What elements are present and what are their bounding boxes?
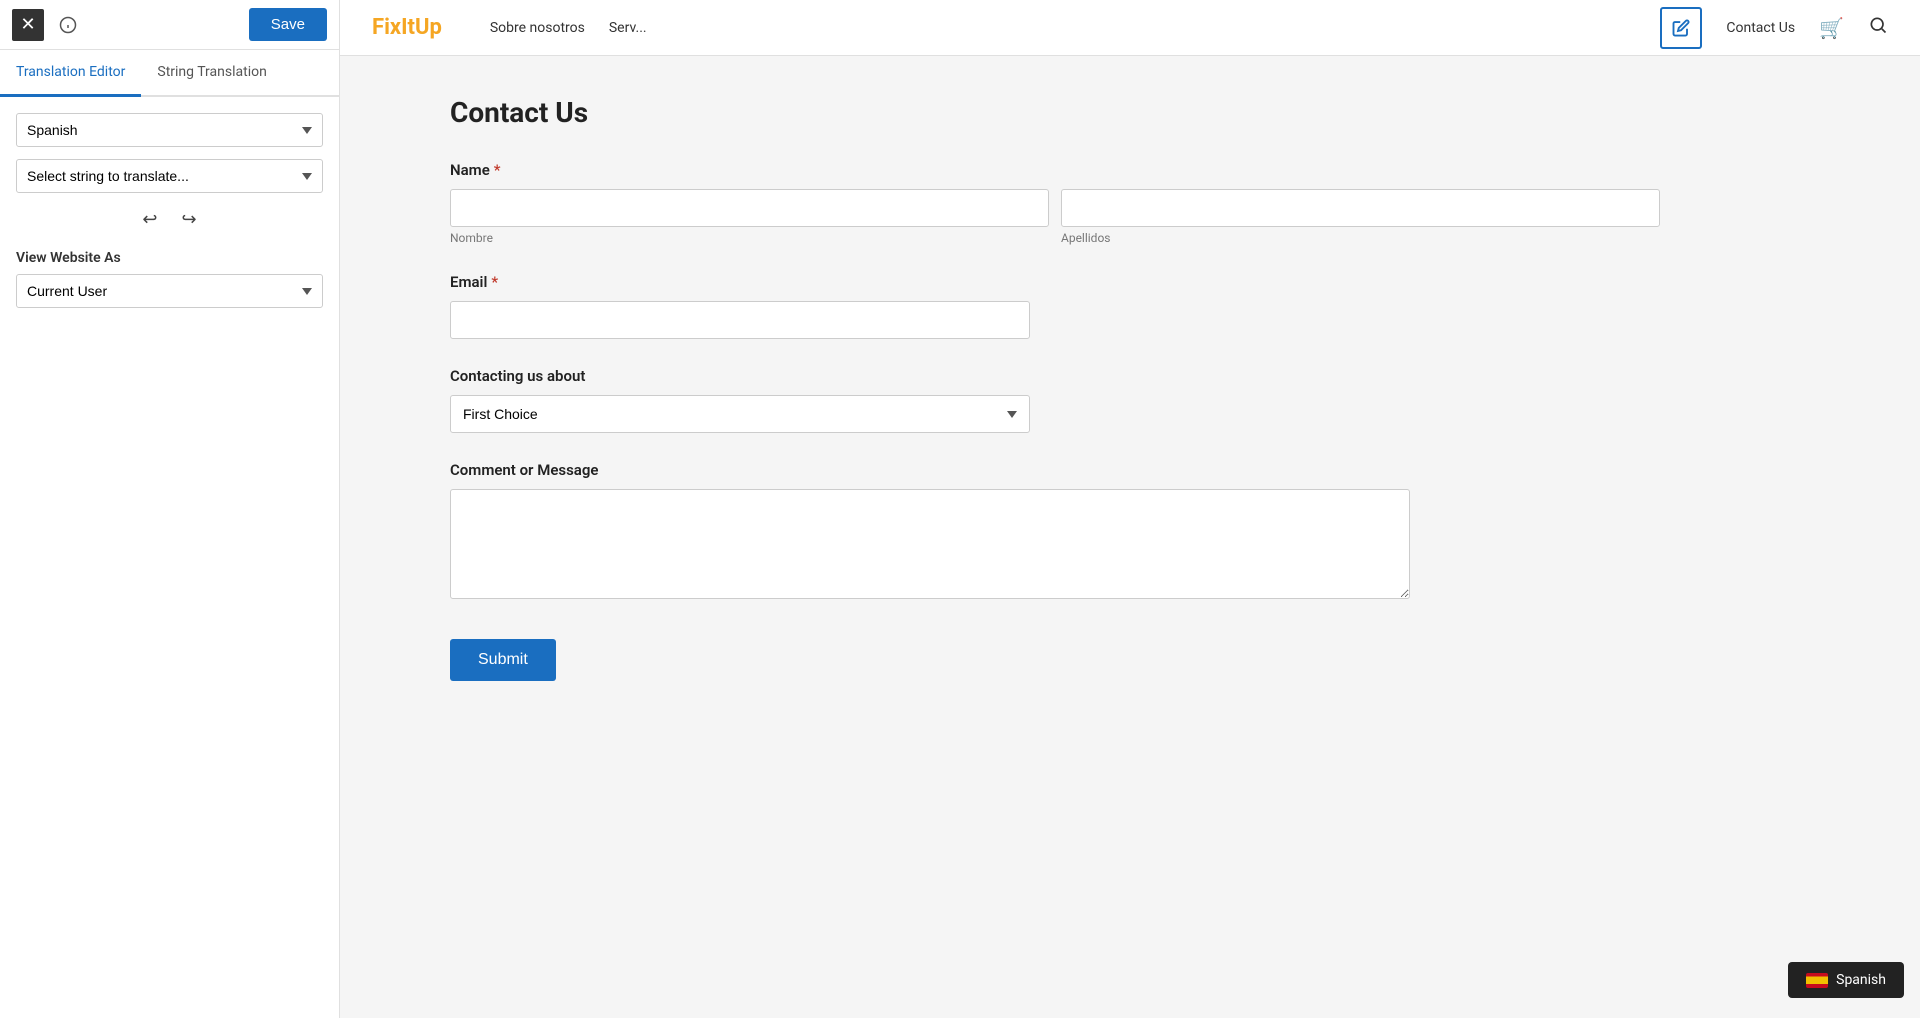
email-form-group: Email * [450,273,1660,339]
nav-contact-link[interactable]: Contact Us [1726,20,1795,36]
tab-string-translation[interactable]: String Translation [141,50,282,97]
last-name-sublabel: Apellidos [1061,231,1660,245]
contact-form-area: Contact Us Name * Nombre Apellidos E [340,56,1740,741]
top-navigation: FixItUp Sobre nosotros Serv... Contact U… [340,0,1920,56]
string-select[interactable]: Select string to translate... [16,159,323,193]
sidebar-content: Spanish French German Select string to t… [0,97,339,250]
view-as-select[interactable]: Current User Guest Administrator [16,274,323,308]
nav-serv[interactable]: Serv... [609,20,647,36]
name-row: Nombre Apellidos [450,189,1660,245]
sidebar: ✕ Save Translation Editor String Transla… [0,0,340,1018]
nav-sobre-nosotros[interactable]: Sobre nosotros [490,20,585,36]
edit-icon-button[interactable] [1660,7,1702,49]
email-input[interactable] [450,301,1030,339]
first-name-input[interactable] [450,189,1049,227]
contacting-about-select[interactable]: First Choice Second Choice Third Choice [450,395,1030,433]
spanish-flag-icon [1806,973,1828,988]
site-logo: FixItUp [372,15,442,40]
contacting-about-label: Contacting us about [450,367,1660,385]
name-required-star: * [494,161,501,179]
first-name-sublabel: Nombre [450,231,1049,245]
language-select[interactable]: Spanish French German [16,113,323,147]
view-as-section: View Website As Current User Guest Admin… [0,250,339,324]
first-name-field: Nombre [450,189,1049,245]
name-form-group: Name * Nombre Apellidos [450,161,1660,245]
close-button[interactable]: ✕ [12,9,44,41]
undo-button[interactable]: ↩ [134,205,165,234]
comment-label: Comment or Message [450,461,1660,479]
sidebar-header: ✕ Save [0,0,339,50]
undo-redo-toolbar: ↩ ↪ [16,205,323,234]
language-badge: Spanish [1788,962,1904,998]
search-icon[interactable] [1868,15,1888,40]
view-as-label: View Website As [16,250,323,266]
contacting-about-group: Contacting us about First Choice Second … [450,367,1660,433]
main-content: FixItUp Sobre nosotros Serv... Contact U… [340,0,1920,1018]
email-required-star: * [491,273,498,291]
sidebar-tabs: Translation Editor String Translation [0,50,339,97]
comment-form-group: Comment or Message [450,461,1660,603]
last-name-input[interactable] [1061,189,1660,227]
language-badge-label: Spanish [1836,972,1886,988]
tab-translation-editor[interactable]: Translation Editor [0,50,141,97]
page-title: Contact Us [450,96,1660,129]
email-label: Email * [450,273,1660,291]
save-button[interactable]: Save [249,8,327,41]
name-label: Name * [450,161,1660,179]
submit-button[interactable]: Submit [450,639,556,681]
info-button[interactable] [52,9,84,41]
comment-textarea[interactable] [450,489,1410,599]
last-name-field: Apellidos [1061,189,1660,245]
cart-icon[interactable]: 🛒 [1819,16,1844,40]
redo-button[interactable]: ↪ [174,205,205,234]
